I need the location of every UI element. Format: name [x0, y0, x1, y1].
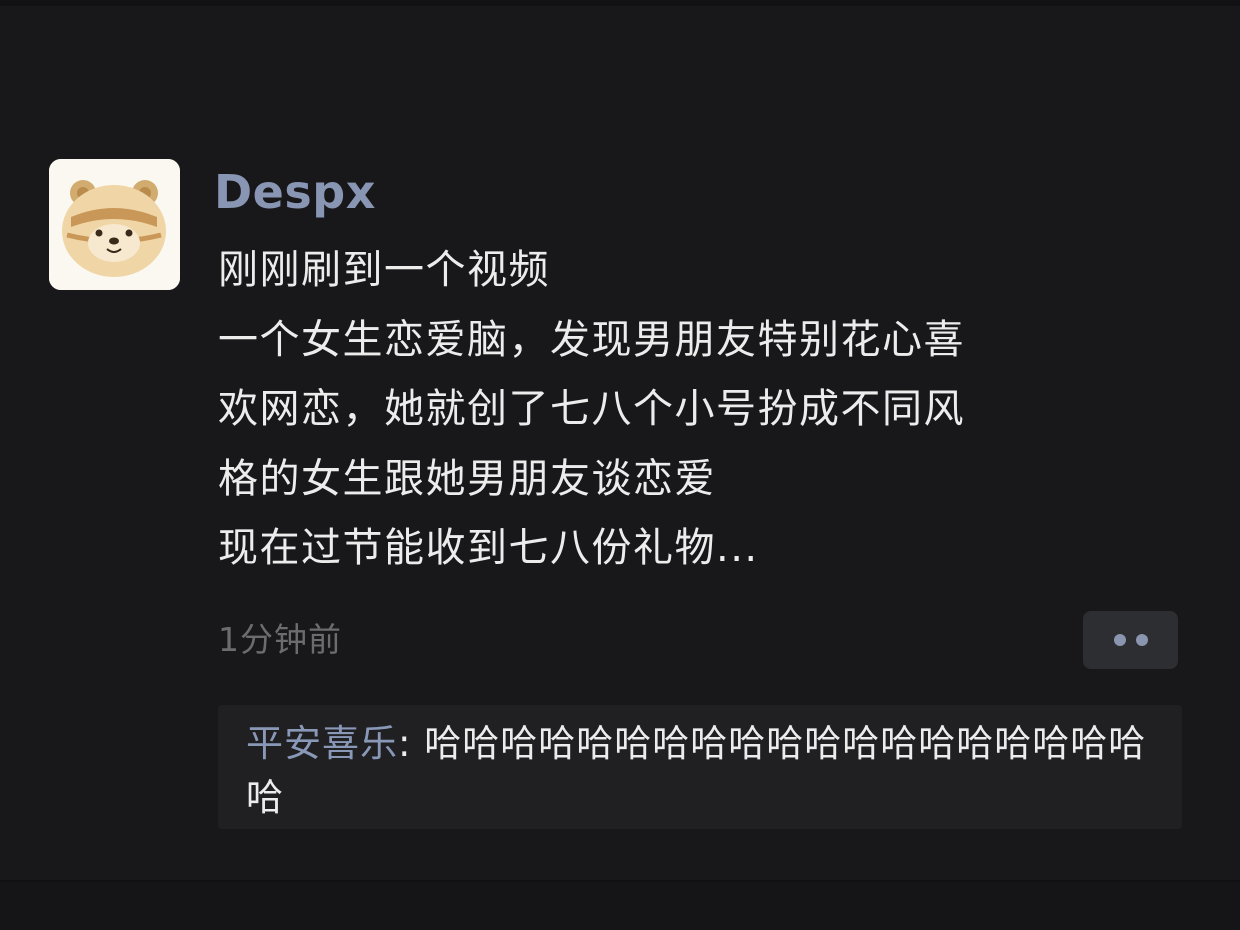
post-line: 现在过节能收到七八份礼物...	[218, 525, 759, 571]
post-line: 欢网恋，她就创了七八个小号扮成不同风	[218, 386, 965, 432]
post-line: 刚刚刷到一个视频	[218, 247, 550, 293]
post-timestamp: 1分钟前	[218, 620, 342, 659]
moment-post: Despx 刚刚刷到一个视频 一个女生恋爱脑，发现男朋友特别花心喜 欢网恋，她就…	[0, 0, 1240, 880]
more-dots-icon	[1113, 634, 1126, 646]
comment-separator: :	[398, 722, 425, 765]
author-name[interactable]: Despx	[214, 163, 376, 221]
post-line: 一个女生恋爱脑，发现男朋友特别花心喜	[218, 316, 965, 363]
comment-section: 平安喜乐: 哈哈哈哈哈哈哈哈哈哈哈哈哈哈哈哈哈哈哈哈	[218, 705, 1182, 829]
post-line: 格的女生跟她男朋友谈恋爱	[218, 455, 716, 502]
avatar[interactable]	[49, 159, 180, 290]
comment-item[interactable]: 平安喜乐: 哈哈哈哈哈哈哈哈哈哈哈哈哈哈哈哈哈哈哈哈	[246, 717, 1156, 825]
bear-avatar-icon	[49, 159, 180, 290]
more-actions-button[interactable]	[1083, 611, 1178, 669]
more-dots-icon	[1135, 634, 1148, 646]
post-content: 刚刚刷到一个视频 一个女生恋爱脑，发现男朋友特别花心喜 欢网恋，她就创了七八个小…	[218, 236, 1178, 584]
comment-author[interactable]: 平安喜乐	[246, 722, 398, 765]
bottom-divider	[0, 880, 1240, 930]
